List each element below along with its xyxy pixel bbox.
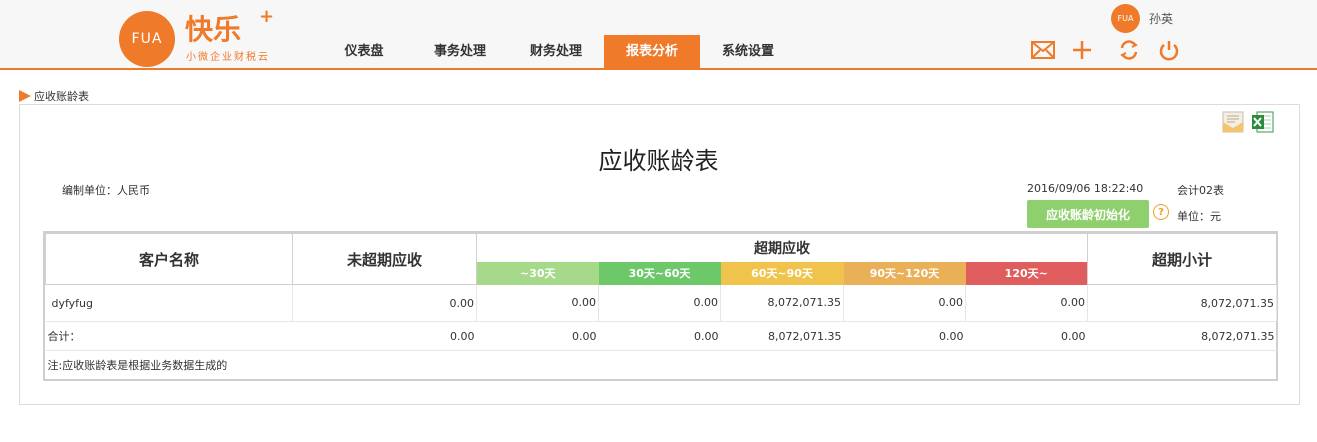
nav-dashboard[interactable]: 仪表盘 [316,35,412,69]
bucket-60-90: 60天~90天 [720,261,844,285]
main-nav: 仪表盘 事务处理 财务处理 报表分析 系统设置 [316,35,796,69]
cell-bucket: 0.00 [965,284,1089,322]
mail-icon[interactable] [1031,38,1055,62]
cell-bucket: 0.00 [598,284,721,322]
email-export-icon[interactable] [1220,110,1246,138]
power-icon[interactable] [1157,38,1181,62]
init-aging-button[interactable]: 应收账龄初始化 [1027,200,1149,228]
cell-bucket: 0.00 [843,284,966,322]
total-label: 合计： [45,321,293,351]
note-row: 注:应收账龄表是根据业务数据生成的 [46,351,1277,380]
nav-settings[interactable]: 系统设置 [700,35,796,69]
logo-plus: + [259,6,275,27]
refresh-icon[interactable] [1117,38,1141,62]
col-header-customer: 客户名称 [45,233,293,285]
bucket-30-60: 30天~60天 [598,261,721,285]
nav-finance[interactable]: 财务处理 [508,35,604,69]
report-datetime: 2016/09/06 18:22:40 [1027,182,1144,195]
bucket-0-30: ~30天 [476,261,599,285]
plus-icon[interactable] [1070,38,1094,62]
col-header-subtotal: 超期小计 [1087,233,1278,285]
total-bucket: 8,072,071.35 [720,321,844,351]
table-row[interactable]: dyfyfug 0.00 0.00 0.00 8,072,071.35 0.00… [45,284,1278,322]
avatar[interactable]: FUA [1111,4,1140,33]
bucket-120-plus: 120天~ [965,261,1088,285]
money-unit: 单位：元 [1177,210,1221,223]
report-title: 应收账龄表 [598,147,719,175]
cell-not-overdue: 0.00 [292,284,477,322]
breadcrumb-label[interactable]: 应收账龄表 [34,88,89,104]
logo-tagline: 小微企业财税云 [186,52,270,63]
ledger-code: 会计02表 [1177,184,1224,197]
cell-subtotal: 8,072,071.35 [1087,284,1278,322]
username[interactable]: 孙英 [1149,10,1173,27]
cell-bucket: 8,072,071.35 [720,284,844,322]
total-not-overdue: 0.00 [292,321,477,351]
aging-table: 客户名称 未超期应收 超期应收 超期小计 ~30天 30天~60天 60天~90… [43,231,1278,381]
logo-mark[interactable]: FUA [119,11,175,67]
total-bucket: 0.00 [598,321,721,351]
bucket-90-120: 90天~120天 [843,261,966,285]
unit-label: 编制单位：人民币 [62,184,150,197]
logo-name: 快乐 [185,13,242,46]
total-bucket: 0.00 [965,321,1088,351]
cell-bucket: 0.00 [476,284,599,322]
total-bucket: 0.00 [476,321,599,351]
help-icon[interactable]: ? [1153,204,1169,220]
table-note: 注:应收账龄表是根据业务数据生成的 [47,359,228,372]
nav-reports[interactable]: 报表分析 [604,35,700,69]
nav-transactions[interactable]: 事务处理 [412,35,508,69]
col-header-overdue: 超期应收 [475,232,1089,262]
arrow-right-icon [19,90,31,102]
cell-customer: dyfyfug [45,284,293,322]
total-row: 合计： 0.00 0.00 0.00 8,072,071.35 0.00 0.0… [45,321,1277,351]
breadcrumb: 应收账龄表 [19,88,89,104]
excel-icon[interactable] [1251,110,1275,138]
total-subtotal: 8,072,071.35 [1087,321,1277,351]
total-bucket: 0.00 [843,321,966,351]
col-header-not-overdue: 未超期应收 [292,233,477,285]
